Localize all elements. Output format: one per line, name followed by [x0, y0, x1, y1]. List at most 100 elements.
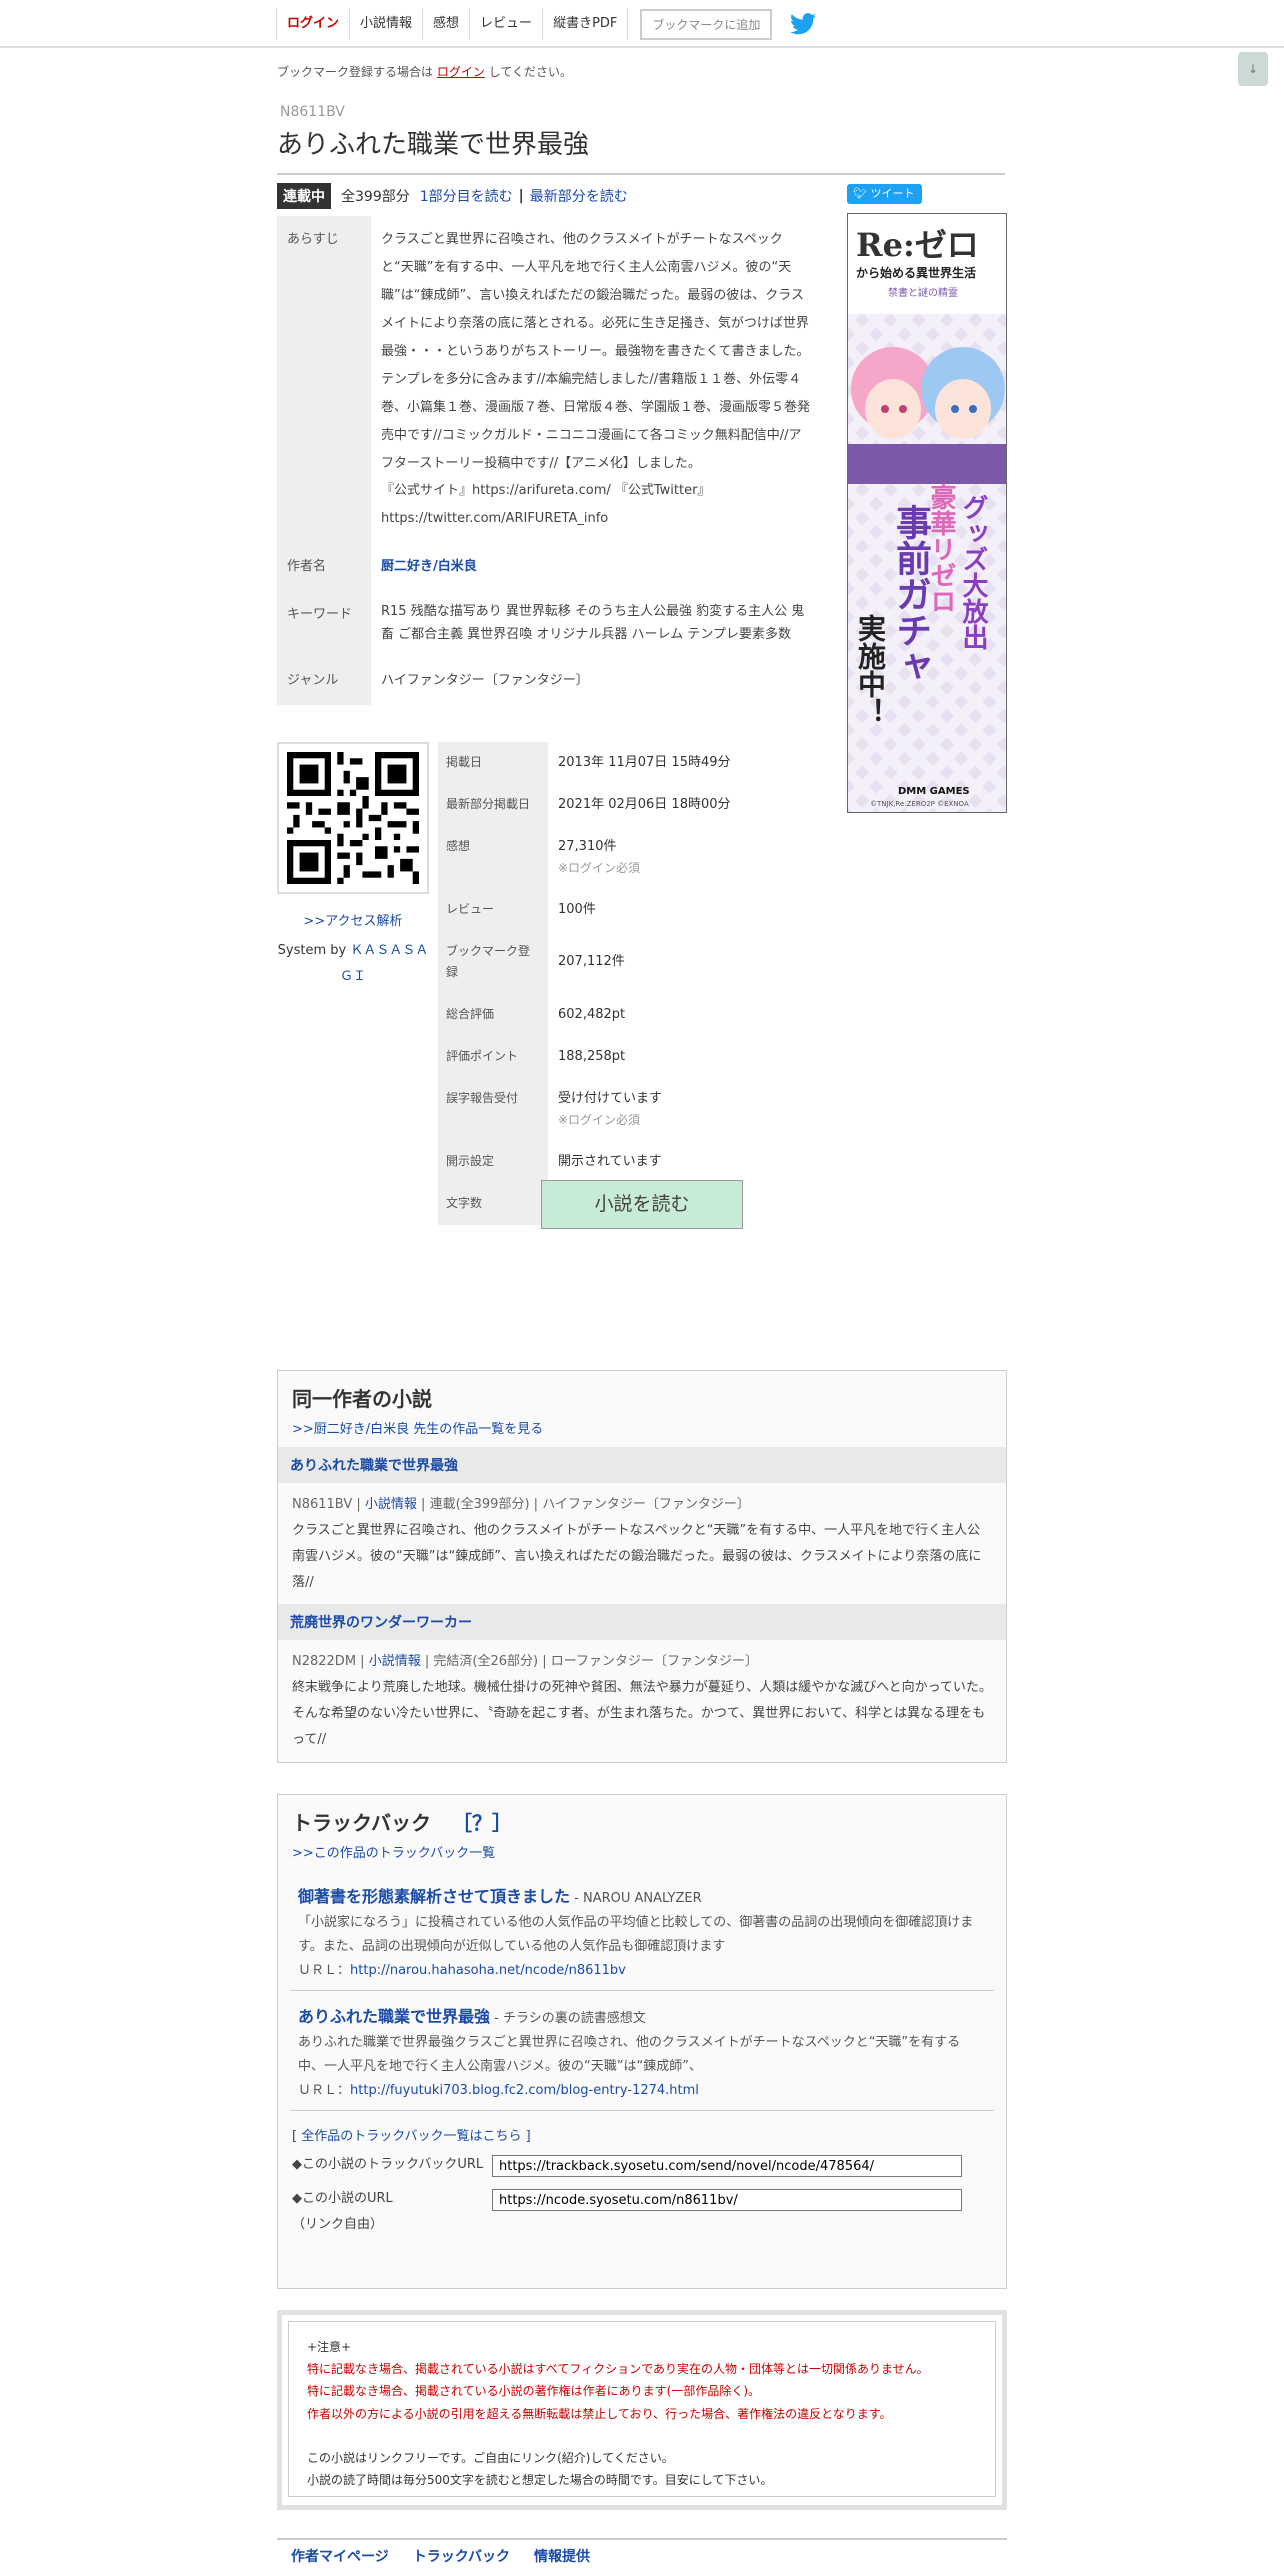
footer-report-link[interactable]: 情報提供 — [534, 2546, 590, 2566]
novel-url-label: ◆この小説のURL — [292, 2191, 393, 2207]
author-label: 作者名 — [277, 543, 371, 592]
footer-trackback-link[interactable]: トラックバック — [413, 2546, 510, 2566]
login-note: ブックマーク登録する場合は ログイン してください。 — [277, 63, 572, 80]
login-note-after: してください。 — [488, 65, 572, 79]
notice-line-1: 特に記載なき場合、掲載されている小説はすべてフィクションであり実在の人物・団体等… — [307, 2362, 929, 2377]
keyword-label: キーワード — [277, 591, 371, 657]
status-row: 連載中 全399部分 1部分目を読む | 最新部分を読む — [277, 183, 628, 209]
trackback-url-label: ◆この小説のトラックバックURL — [292, 2157, 484, 2173]
stats-note: ※ログイン必須 — [558, 1113, 641, 1128]
url-label: ＵＲＬ： — [298, 2083, 351, 2099]
twitter-icon[interactable] — [790, 13, 817, 35]
ad-text-line4: 実施中！ — [854, 614, 887, 726]
stats-value: 受け付けています — [558, 1091, 663, 1107]
stats-row: 総合評価 602,482pt — [438, 993, 798, 1037]
system-name-link[interactable]: ＫＡＳＡＳＡＧＩ — [340, 943, 428, 984]
footer-mypage-link[interactable]: 作者マイページ — [291, 2546, 389, 2566]
novel-meta: N2822DM | 小説情報 | 完結済(全26部分) | ローファンタジー〔フ… — [292, 1654, 758, 1669]
trackback-box: トラックバック ［？］ >>この作品のトラックバック一覧 御著書を形態素解析させ… — [277, 1794, 1007, 2289]
author-link[interactable]: 厨二好き/白米良 — [381, 559, 477, 574]
read-latest-part-link[interactable]: 最新部分を読む — [530, 186, 628, 206]
synopsis-links: 『公式サイト』https://arifureta.com/ 『公式Twitter… — [381, 483, 711, 527]
nav-review-link[interactable]: レビュー — [469, 8, 542, 40]
synopsis-cell: クラスごと異世界に召喚され、他のクラスメイトがチートなスペックと“天職”を有する… — [371, 216, 822, 543]
all-trackbacks-link[interactable]: [ 全作品のトラックバック一覧はこちら ] — [292, 2125, 992, 2144]
novel-genre: ハイファンタジー〔ファンタジー〕 — [542, 1497, 750, 1512]
stats-body: 掲載日 2013年 11月07日 15時49分 最新部分掲載日 2021年 02月06… — [438, 742, 798, 1225]
novel-title: ありふれた職業で世界最強 — [277, 124, 1005, 175]
notice-line-2: 特に記載なき場合、掲載されている小説の著作権は作者にあります(一部作品除く)。 — [307, 2384, 761, 2399]
stats-value-cell: 開示されています — [548, 1141, 798, 1183]
trackback-url-field[interactable] — [492, 2155, 962, 2178]
top-bar: ログイン 小説情報 感想 レビュー 縦書きPDF ブックマークに追加 — [0, 0, 1284, 48]
stats-row: 感想 27,310件 ※ログイン必須 — [438, 826, 798, 889]
novel-summary: 終末戦争により荒廃した地球。機械仕掛けの死神や貧困、無法や暴力が蔓延り、人類は緩… — [292, 1680, 992, 1747]
trackback-title-link[interactable]: 御著書を形態素解析させて頂きました — [298, 1887, 570, 1906]
stats-label: 最新部分掲載日 — [438, 784, 548, 827]
stats-value: 27,310件 — [558, 839, 617, 855]
keywords: R15 残酷な描写あり 異世界転移 そのうち主人公最強 豹変する主人公 鬼畜 ご… — [381, 604, 805, 642]
nav-login-link[interactable]: ログイン — [276, 8, 349, 40]
synopsis-text: クラスごと異世界に召喚され、他のクラスメイトがチートなスペックと“天職”を有する… — [381, 232, 811, 471]
ad-text-line2: グッズ大放出 — [958, 494, 988, 650]
login-note-link[interactable]: ログイン — [437, 65, 485, 79]
author-works-link[interactable]: >>厨二好き/白米良 先生の作品一覧を見る — [292, 1418, 992, 1437]
advertisement-banner[interactable]: Re:ゼロ から始める異世界生活 禁書と謎の精霊 グッズ大放出 豪華リゼロ 事前… — [847, 213, 1007, 813]
ad-text-line3: 事前ガチャ — [890, 504, 931, 684]
ad-copyright: ©TNJK,Re:ZERO2P ©EXNOA — [870, 800, 969, 808]
same-author-heading: 同一作者の小説 — [292, 1387, 432, 1411]
notice-inner: +注意+ 特に記載なき場合、掲載されている小説はすべてフィクションであり実在の人… — [288, 2321, 996, 2497]
top-nav: ログイン 小説情報 感想 レビュー 縦書きPDF ブックマークに追加 — [276, 8, 817, 40]
trackback-url-row: ◆この小説のトラックバックURL — [292, 2152, 992, 2178]
trackback-title-link[interactable]: ありふれた職業で世界最強 — [298, 2007, 490, 2026]
stats-value-cell: 100件 — [548, 889, 798, 931]
stats-label: 総合評価 — [438, 993, 548, 1037]
nav-pdf-link[interactable]: 縦書きPDF — [542, 8, 629, 40]
stats-note: ※ログイン必須 — [558, 861, 641, 876]
nav-novel-info-link[interactable]: 小説情報 — [349, 8, 422, 40]
stats-label: 感想 — [438, 826, 548, 889]
access-analysis-link[interactable]: >>アクセス解析 — [277, 910, 429, 929]
nav-impression-link[interactable]: 感想 — [422, 8, 469, 40]
scroll-down-button[interactable]: ↓ — [1238, 52, 1268, 86]
trackback-heading: トラックバック ［？］ — [292, 1807, 992, 1836]
read-first-part-link[interactable]: 1部分目を読む — [420, 186, 513, 206]
novel-info-link[interactable]: 小説情報 — [369, 1654, 421, 1669]
trackback-list-link[interactable]: >>この作品のトラックバック一覧 — [292, 1842, 992, 1861]
stats-row: 開示設定 開示されています — [438, 1140, 798, 1183]
trackback-title: トラックバック — [292, 1811, 431, 1835]
stats-value: 602,482pt — [558, 1006, 626, 1022]
stats-label: 評価ポイント — [438, 1036, 548, 1079]
trackback-entry-1: 御著書を形態素解析させて頂きました - NAROU ANALYZER 「小説家に… — [290, 1871, 994, 1992]
same-author-novel-2: 荒廃世界のワンダーワーカー N2822DM | 小説情報 | 完結済(全26部分… — [278, 1604, 1006, 1761]
stats-value-cell: 207,112件 — [548, 931, 798, 994]
stats-value-cell: 27,310件 ※ログイン必須 — [548, 826, 798, 888]
novel-title-link[interactable]: 荒廃世界のワンダーワーカー — [278, 1604, 1006, 1640]
novel-meta: N8611BV | 小説情報 | 連載(全399部分) | ハイファンタジー〔フ… — [292, 1497, 750, 1512]
novel-title-link[interactable]: ありふれた職業で世界最強 — [278, 1447, 1006, 1483]
trackback-url-link[interactable]: http://fuyutuki703.blog.fc2.com/blog-ent… — [350, 2083, 699, 2098]
trackback-url: ＵＲＬ：http://fuyutuki703.blog.fc2.com/blog… — [298, 2079, 986, 2098]
trackback-url-link[interactable]: http://narou.hahasoha.net/ncode/n8611bv — [350, 1963, 626, 1978]
stats-label: ブックマーク登録 — [438, 930, 548, 994]
status-badge: 連載中 — [277, 183, 331, 209]
stats-row: レビュー 100件 — [438, 888, 798, 931]
stats-value-cell: 2013年 11月07日 15時49分 — [548, 742, 798, 784]
ad-subtitle: から始める異世界生活 — [856, 266, 977, 280]
trackback-desc: 「小説家になろう」に投稿されている他の人気作品の平均値と比較しての、御著書の品詞… — [298, 1915, 974, 1955]
novel-url-field[interactable] — [492, 2189, 962, 2212]
novel-info-link[interactable]: 小説情報 — [365, 1497, 417, 1512]
read-novel-button[interactable]: 小説を読む — [541, 1180, 743, 1229]
tweet-button[interactable]: 🐦︎ ツイート — [847, 184, 922, 204]
stats-value: 開示されています — [558, 1153, 662, 1169]
stats-value: 2013年 11月07日 15時49分 — [558, 755, 731, 770]
novel-status: 連載(全399部分) — [429, 1497, 530, 1512]
stats-value-cell: 602,482pt — [548, 994, 798, 1036]
trackback-desc: ありふれた職業で世界最強クラスごと異世界に召喚され、他のクラスメイトがチートなス… — [298, 2035, 961, 2075]
novel-ncode: N2822DM — [292, 1654, 357, 1669]
same-author-novel-1: ありふれた職業で世界最強 N8611BV | 小説情報 | 連載(全399部分)… — [278, 1447, 1006, 1604]
stats-label: レビュー — [438, 888, 548, 931]
bookmark-add-button[interactable]: ブックマークに追加 — [640, 8, 773, 40]
ad-subtitle2: 禁書と謎の精霊 — [888, 288, 958, 299]
trackback-help-link[interactable]: ［？］ — [452, 1811, 512, 1835]
